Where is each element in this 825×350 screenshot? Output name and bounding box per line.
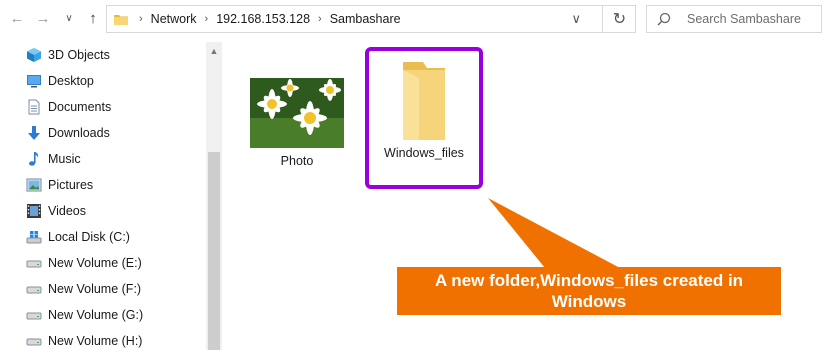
annotation-callout: A new folder,Windows_files created in Wi… (397, 267, 781, 315)
